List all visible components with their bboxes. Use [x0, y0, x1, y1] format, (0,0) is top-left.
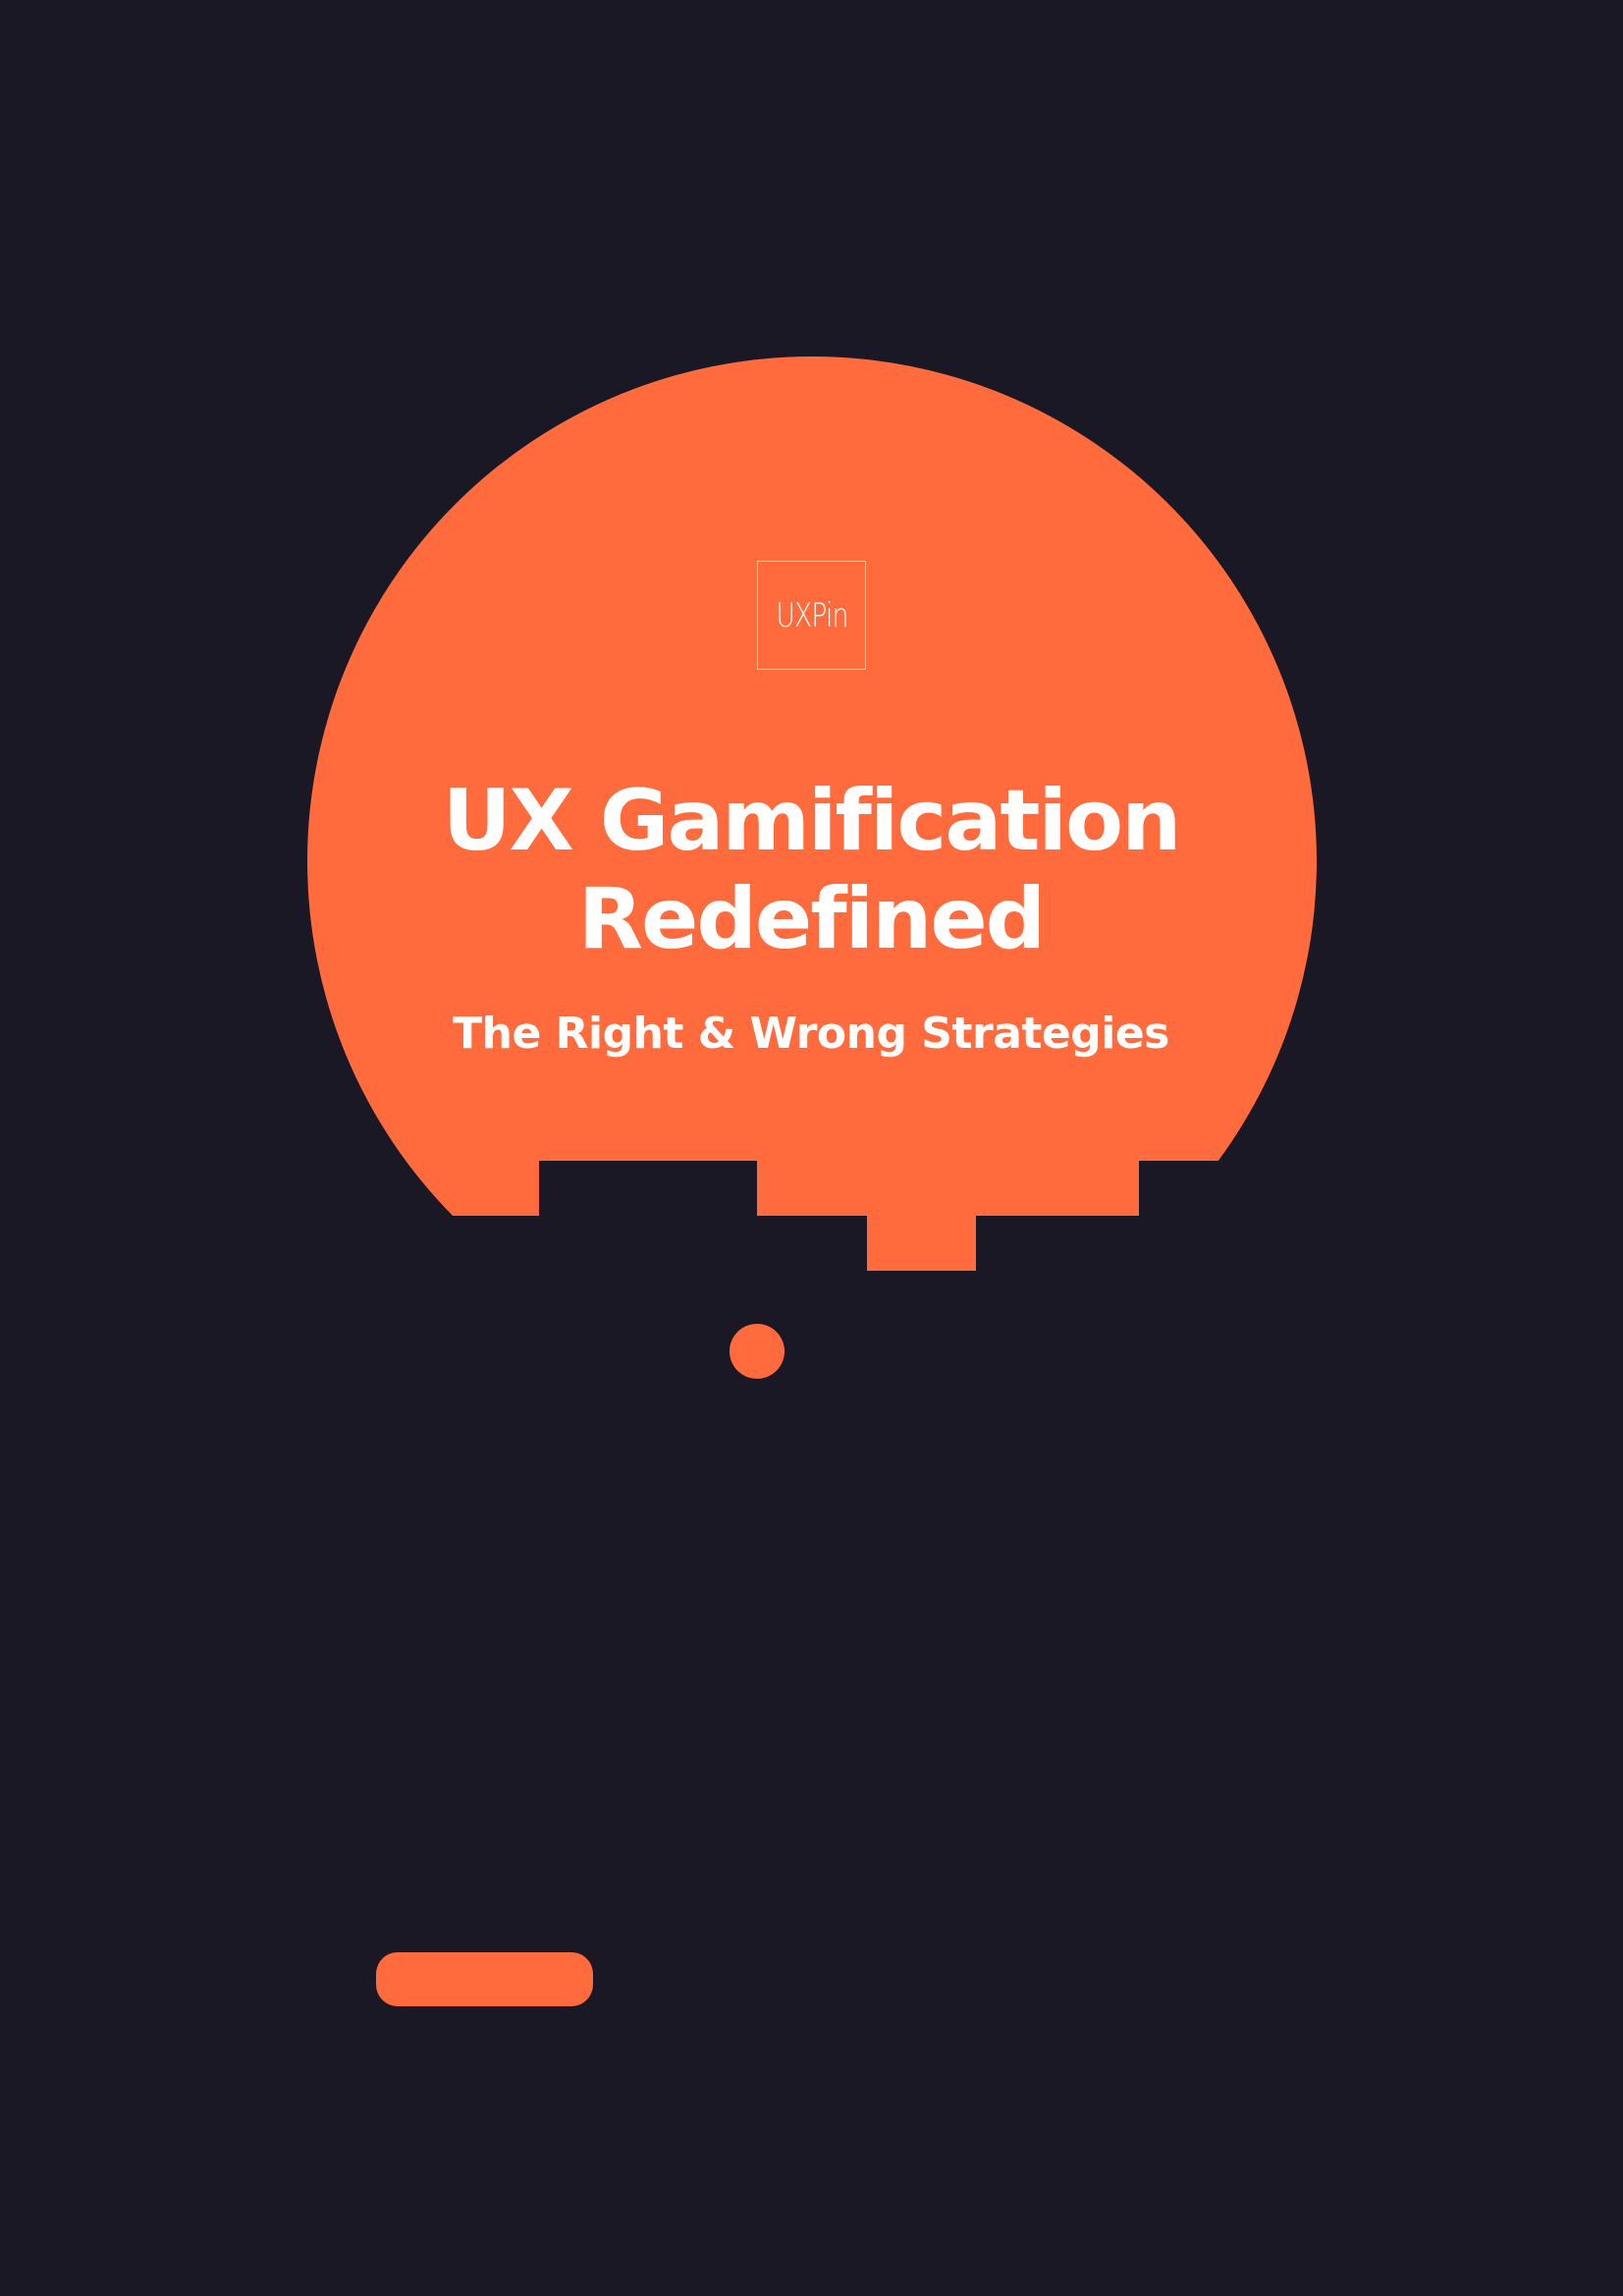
orange-dot [730, 1324, 784, 1379]
cover-artwork [307, 356, 1317, 1379]
title-line-1: UX Gamification [442, 772, 1182, 870]
pixel-block [867, 1215, 976, 1271]
page-title: UX Gamification Redefined [320, 772, 1302, 968]
orange-pill-bar [376, 1952, 593, 2006]
title-line-2: Redefined [577, 870, 1046, 968]
uxpin-logo: UXPin [757, 561, 866, 670]
page-subtitle: The Right & Wrong Strategies [453, 1009, 1169, 1059]
cover-page: UXPin UX Gamification Redefined The Righ… [0, 0, 1623, 2296]
logo-text: UXPin [775, 595, 848, 635]
